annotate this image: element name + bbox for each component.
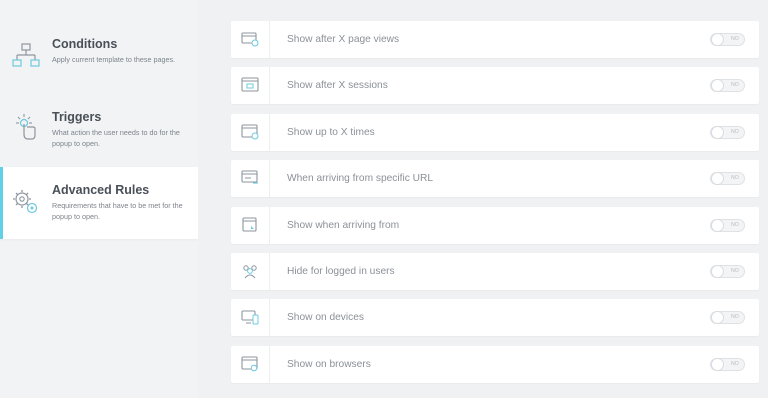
sidebar-item-title: Conditions	[52, 37, 118, 51]
page-views-icon	[241, 32, 259, 47]
sidebar-item-title: Triggers	[52, 110, 102, 124]
rule-icon-cell	[231, 160, 270, 197]
rule-row-times: Show up to X times NO	[231, 114, 759, 151]
rule-icon-cell	[231, 299, 270, 336]
rule-label: Show on browsers	[287, 359, 371, 370]
toggle-label: NO	[731, 268, 739, 274]
times-icon	[241, 124, 259, 140]
sessions-icon	[241, 77, 259, 92]
toggle-label: NO	[731, 361, 739, 367]
pointer-click-icon	[16, 114, 36, 140]
gears-icon	[13, 190, 38, 214]
toggle-knob	[711, 126, 724, 139]
toggle-label: NO	[731, 222, 739, 228]
rule-icon-cell	[231, 114, 270, 151]
toggle-label: NO	[731, 36, 739, 42]
rule-toggle[interactable]: NO	[710, 265, 745, 278]
sidebar: Conditions Apply current template to the…	[0, 0, 198, 398]
toggle-knob	[711, 172, 724, 185]
toggle-label: NO	[731, 129, 739, 135]
rule-icon-cell	[231, 67, 270, 104]
url-icon	[241, 170, 258, 184]
rule-icon-cell	[231, 207, 270, 244]
users-icon	[243, 265, 257, 279]
sidebar-item-advanced-rules[interactable]: Advanced Rules Requirements that have to…	[0, 167, 198, 239]
rule-toggle[interactable]: NO	[710, 33, 745, 46]
rule-label: Show up to X times	[287, 127, 375, 138]
rule-toggle[interactable]: NO	[710, 311, 745, 324]
rule-label: Show after X sessions	[287, 80, 388, 91]
rule-icon-cell	[231, 346, 270, 383]
rule-label: Show on devices	[287, 312, 365, 323]
toggle-knob	[711, 265, 724, 278]
rule-row-browsers: Show on browsers NO	[231, 346, 759, 383]
sidebar-item-description: Apply current template to these pages.	[52, 55, 176, 64]
rule-row-sessions: Show after X sessions NO	[231, 67, 759, 104]
rule-row-arriving-from: Show when arriving from NO	[231, 207, 759, 244]
rule-row-devices: Show on devices NO	[231, 299, 759, 336]
rule-toggle[interactable]: NO	[710, 79, 745, 92]
advanced-rules-panel: Show after X page views NO Show after X …	[198, 0, 768, 398]
toggle-knob	[711, 358, 724, 371]
sidebar-item-triggers[interactable]: Triggers What action the user needs to d…	[0, 110, 198, 170]
sidebar-item-title: Advanced Rules	[52, 183, 150, 197]
rule-icon-cell	[231, 21, 270, 58]
rule-label: Show after X page views	[287, 34, 400, 45]
sidebar-item-description: Requirements that have to be met for the…	[52, 201, 183, 221]
toggle-knob	[711, 311, 724, 324]
toggle-knob	[711, 33, 724, 46]
browsers-icon	[241, 356, 258, 372]
rule-row-page-views: Show after X page views NO	[231, 21, 759, 58]
devices-icon	[241, 310, 259, 325]
rule-label: Hide for logged in users	[287, 266, 395, 277]
rule-icon-cell	[231, 253, 270, 290]
toggle-label: NO	[731, 314, 739, 320]
rule-row-logged-in-users: Hide for logged in users NO	[231, 253, 759, 290]
toggle-knob	[711, 219, 724, 232]
toggle-label: NO	[731, 82, 739, 88]
arriving-from-icon	[242, 217, 257, 232]
rule-row-specific-url: When arriving from specific URL NO	[231, 160, 759, 197]
sidebar-item-conditions[interactable]: Conditions Apply current template to the…	[0, 37, 198, 97]
sitemap-icon	[12, 43, 40, 67]
toggle-label: NO	[731, 175, 739, 181]
rule-toggle[interactable]: NO	[710, 358, 745, 371]
rule-toggle[interactable]: NO	[710, 219, 745, 232]
toggle-knob	[711, 79, 724, 92]
sidebar-item-description: What action the user needs to do for the…	[52, 128, 180, 148]
rule-toggle[interactable]: NO	[710, 172, 745, 185]
rule-toggle[interactable]: NO	[710, 126, 745, 139]
rule-label: Show when arriving from	[287, 220, 400, 231]
rule-label: When arriving from specific URL	[287, 173, 434, 184]
